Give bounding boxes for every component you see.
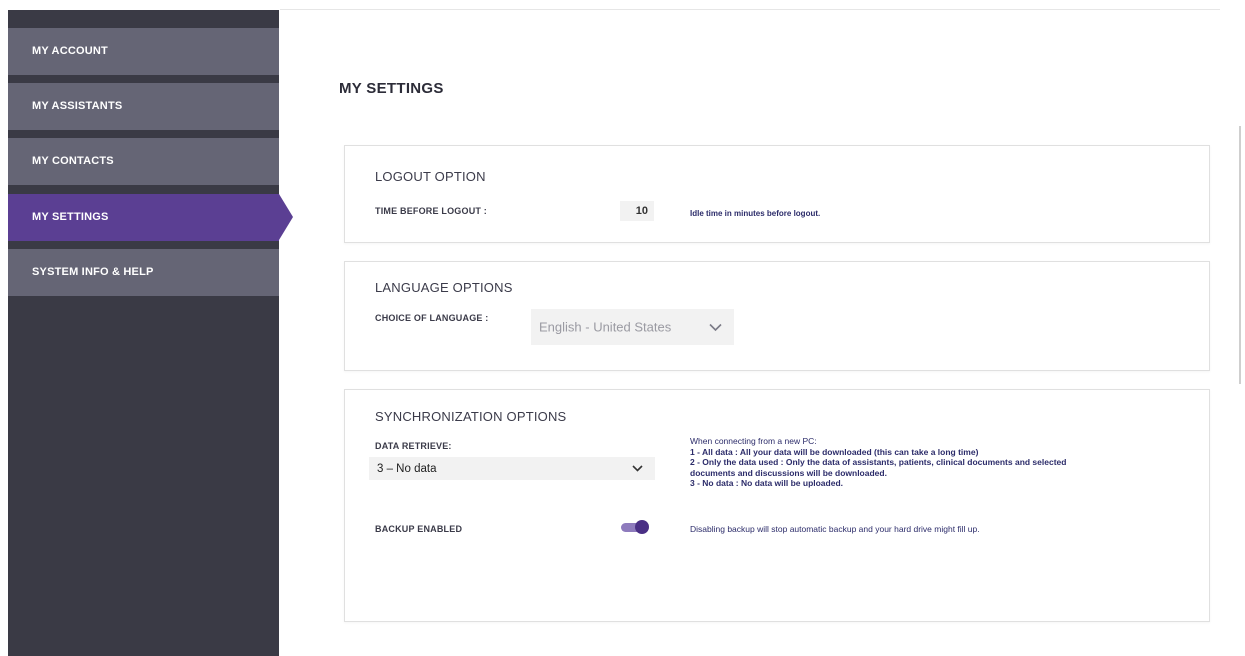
language-select-value: English - United States [539, 319, 672, 335]
panel-title: LOGOUT OPTION [375, 169, 486, 184]
sidebar-item-label: MY CONTACTS [32, 155, 114, 167]
toggle-knob [635, 520, 649, 534]
synchronization-options-panel: SYNCHRONIZATION OPTIONS DATA RETRIEVE: 3… [344, 389, 1210, 622]
data-retrieve-select[interactable]: 3 – No data [369, 457, 655, 480]
sidebar-item-label: MY ASSISTANTS [32, 100, 123, 112]
sync-help-text: When connecting from a new PC: 1 - All d… [690, 436, 1110, 489]
language-options-panel: LANGUAGE OPTIONS CHOICE OF LANGUAGE : En… [344, 261, 1210, 371]
chevron-down-icon [632, 463, 643, 475]
panel-title: SYNCHRONIZATION OPTIONS [375, 409, 567, 424]
chevron-down-icon [709, 320, 722, 335]
sidebar-item-my-contacts[interactable]: MY CONTACTS [8, 138, 279, 185]
backup-enabled-toggle[interactable] [621, 520, 649, 534]
scrollbar[interactable] [1239, 126, 1241, 384]
top-divider [280, 9, 1220, 10]
data-retrieve-label: DATA RETRIEVE: [375, 441, 452, 451]
sidebar-item-my-settings[interactable]: MY SETTINGS [8, 194, 293, 241]
sidebar-item-label: MY SETTINGS [32, 211, 109, 223]
sidebar-item-my-assistants[interactable]: MY ASSISTANTS [8, 83, 279, 130]
sync-help-line-3: 3 - No data : No data will be uploaded. [690, 478, 844, 488]
backup-hint: Disabling backup will stop automatic bac… [690, 524, 980, 534]
active-indicator-arrow [279, 194, 293, 240]
logout-hint: Idle time in minutes before logout. [690, 209, 821, 218]
panel-title: LANGUAGE OPTIONS [375, 280, 513, 295]
sidebar-item-label: MY ACCOUNT [32, 45, 108, 57]
sync-help-line-2: 2 - Only the data used : Only the data o… [690, 457, 1067, 478]
logout-option-panel: LOGOUT OPTION TIME BEFORE LOGOUT : Idle … [344, 145, 1210, 243]
time-before-logout-input[interactable] [620, 201, 654, 221]
sidebar-item-system-info-help[interactable]: SYSTEM INFO & HELP [8, 249, 279, 296]
language-select[interactable]: English - United States [531, 309, 734, 345]
sidebar-item-my-account[interactable]: MY ACCOUNT [8, 28, 279, 75]
time-before-logout-label: TIME BEFORE LOGOUT : [375, 206, 487, 216]
sidebar: MY ACCOUNT MY ASSISTANTS MY CONTACTS MY … [8, 10, 293, 656]
data-retrieve-select-value: 3 – No data [377, 462, 437, 475]
choice-of-language-label: CHOICE OF LANGUAGE : [375, 313, 489, 323]
sync-help-line-1: 1 - All data : All your data will be dow… [690, 446, 979, 457]
sidebar-item-label: SYSTEM INFO & HELP [32, 266, 154, 278]
sync-help-intro: When connecting from a new PC: [690, 436, 817, 446]
backup-enabled-label: BACKUP ENABLED [375, 524, 463, 534]
page-title: MY SETTINGS [339, 80, 444, 97]
